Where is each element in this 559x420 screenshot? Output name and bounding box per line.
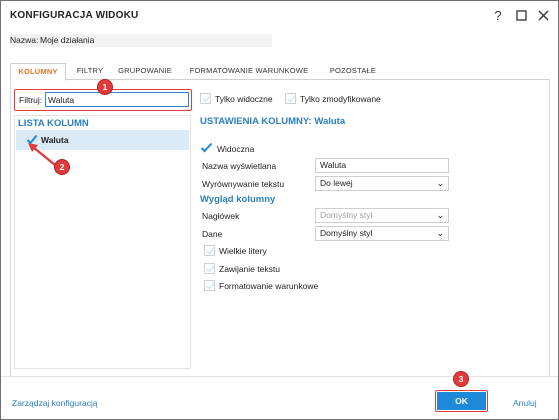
- uppercase-label: Wielkie litery: [219, 245, 267, 256]
- text-align-value: Do lewej: [320, 178, 353, 188]
- manage-configuration-link[interactable]: Zarządzaj konfiguracją: [12, 398, 98, 408]
- cancel-link[interactable]: Anuluj: [513, 398, 537, 408]
- chevron-down-icon: ⌄: [436, 228, 444, 238]
- only-modified-label: Tylko zmodyfikowane: [300, 93, 381, 104]
- conditional-format-label: Formatowanie warunkowe: [219, 280, 319, 291]
- checkbox-box[interactable]: [200, 93, 212, 104]
- only-modified-checkbox[interactable]: Tylko zmodyfikowane: [285, 93, 381, 104]
- display-name-label: Nazwa wyświetlana: [202, 161, 277, 171]
- close-icon[interactable]: [534, 6, 552, 24]
- column-settings-title: USTAWIENIA KOLUMNY: Waluta: [200, 116, 346, 127]
- display-name-value: Waluta: [320, 160, 347, 170]
- maximize-icon[interactable]: [512, 6, 530, 24]
- column-list-title: LISTA KOLUMN: [18, 118, 89, 129]
- conditional-format-checkbox[interactable]: Formatowanie warunkowe: [204, 280, 318, 291]
- check-icon[interactable]: [200, 142, 213, 155]
- only-visible-checkbox[interactable]: Tylko widoczne: [200, 93, 273, 104]
- chevron-down-icon: ⌄: [436, 178, 444, 188]
- annotation-badge-2: 2: [54, 159, 70, 175]
- annotation-badge-1: 1: [97, 79, 113, 95]
- data-style-label: Dane: [202, 229, 223, 239]
- data-style-value: Domyślny styl: [320, 228, 373, 238]
- checkbox-box[interactable]: [285, 93, 297, 104]
- view-name-row: Nazwa: Moje działania: [10, 34, 272, 47]
- uppercase-checkbox[interactable]: Wielkie litery: [204, 245, 267, 256]
- text-wrap-checkbox[interactable]: Zawijanie tekstu: [204, 263, 280, 274]
- configuration-dialog: KONFIGURACJA WIDOKU ? Nazwa: Moje działa…: [0, 0, 559, 420]
- ok-highlight: OK: [435, 390, 488, 412]
- tab-grupowanie[interactable]: GRUPOWANIE: [114, 63, 176, 80]
- text-wrap-label: Zawijanie tekstu: [219, 263, 280, 274]
- question-mark-icon[interactable]: ?: [489, 6, 507, 24]
- display-name-field[interactable]: Waluta: [315, 158, 449, 173]
- chevron-down-icon: ⌄: [436, 210, 444, 220]
- view-name-label: Nazwa:: [10, 35, 39, 45]
- text-align-select[interactable]: Do lewej ⌄: [315, 176, 449, 191]
- annotation-badge-3: 3: [453, 371, 469, 387]
- dialog-title: KONFIGURACJA WIDOKU: [10, 10, 139, 21]
- checkbox-box[interactable]: [204, 263, 216, 274]
- filter-label: Filtruj:: [19, 95, 43, 105]
- tab-filtry[interactable]: FILTRY: [70, 63, 110, 80]
- checkbox-box[interactable]: [204, 245, 216, 256]
- tab-formatowanie-warunkowe[interactable]: FORMATOWANIE WARUNKOWE: [184, 63, 314, 80]
- visible-label: Widoczna: [217, 143, 255, 154]
- header-style-select[interactable]: Domyślny styl ⌄: [315, 208, 449, 223]
- text-align-label: Wyrównywanie tekstu: [202, 179, 285, 189]
- checkbox-box[interactable]: [204, 280, 216, 291]
- view-name-value[interactable]: Moje działania: [40, 35, 94, 45]
- appearance-title: Wygląd kolumny: [200, 194, 276, 205]
- tab-kolumny[interactable]: KOLUMNY: [10, 63, 66, 81]
- header-style-label: Nagłówek: [202, 211, 240, 221]
- filter-input[interactable]: [45, 92, 189, 107]
- tab-pozostale[interactable]: POZOSTAŁE: [322, 63, 384, 80]
- ok-button[interactable]: OK: [437, 392, 486, 410]
- data-style-select[interactable]: Domyślny styl ⌄: [315, 226, 449, 241]
- header-style-value: Domyślny styl: [320, 210, 373, 220]
- only-visible-label: Tylko widoczne: [215, 93, 273, 104]
- title-bar: KONFIGURACJA WIDOKU ?: [1, 1, 558, 29]
- tab-bar: KOLUMNY FILTRY GRUPOWANIE FORMATOWANIE W…: [10, 63, 550, 81]
- visible-checkbox[interactable]: Widoczna: [200, 142, 254, 155]
